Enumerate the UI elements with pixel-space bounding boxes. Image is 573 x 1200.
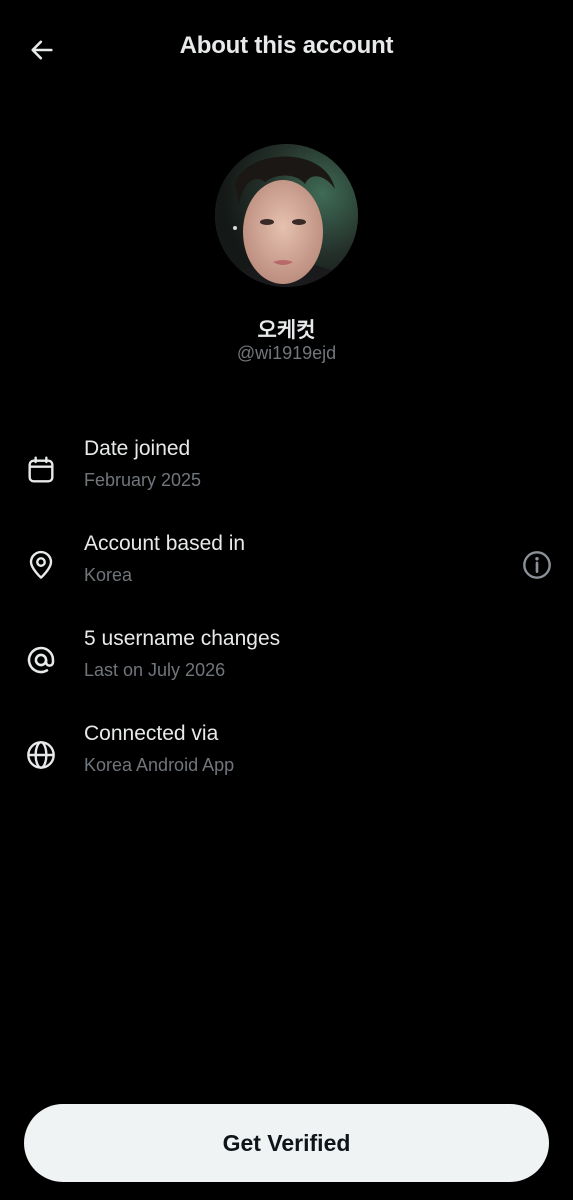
globe-icon [24,738,58,772]
about-account-page: About this account 오케컷 @wi1919ejd Date j… [0,0,573,1200]
info-value: Korea [84,565,133,585]
info-row-account-based-in: Account based in Korea [0,532,573,612]
avatar-image [215,144,358,287]
info-row-connected-via: Connected via Korea Android App [0,722,573,802]
display-name: 오케컷 [257,319,316,342]
page-title: About this account [179,32,394,59]
info-value: February 2025 [84,470,202,490]
info-label: Account based in [84,532,246,555]
info-value: Last on July 2026 [84,660,226,680]
location-pin-icon [24,548,58,582]
info-value: Korea Android App [84,755,235,775]
info-label: Connected via [84,722,219,745]
info-row-username-changes: 5 username changes Last on July 2026 [0,627,573,707]
get-verified-button[interactable]: Get Verified [24,1104,549,1182]
info-label: 5 username changes [84,627,281,650]
get-verified-label: Get Verified [222,1129,351,1156]
top-bar: About this account [0,0,573,96]
info-button[interactable] [520,548,554,582]
username-handle: @wi1919ejd [236,343,337,363]
info-row-date-joined: Date joined February 2025 [0,437,573,517]
info-label: Date joined [84,437,191,460]
avatar[interactable] [215,144,358,287]
at-sign-icon [24,643,58,677]
calendar-icon [24,453,58,487]
info-icon [523,551,551,579]
